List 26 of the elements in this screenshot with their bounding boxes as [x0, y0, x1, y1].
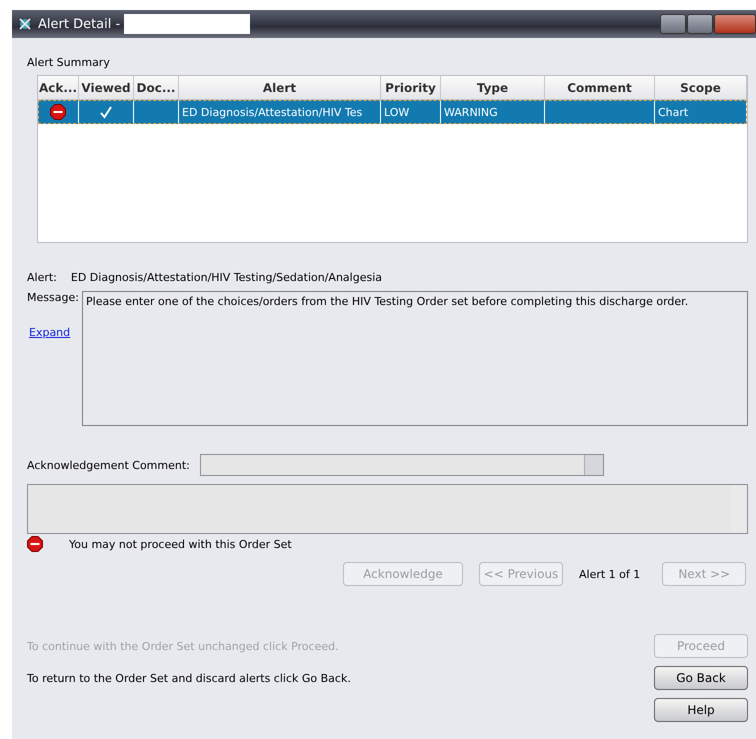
minimize-button[interactable] — [660, 14, 686, 34]
alert-name: ED Diagnosis/Attestation/HIV Testing/Sedation/Analgesia — [70, 271, 382, 285]
maximize-button[interactable] — [687, 14, 713, 34]
field-label: Alert: — [27, 271, 57, 285]
table-row[interactable]: ED Diagnosis/Attestation/HIV Tes LOW WARNING Chart — [38, 100, 747, 124]
action-button[interactable]: Go Back — [654, 666, 748, 690]
comment-dropdown[interactable] — [200, 454, 604, 476]
instruction-text: To continue with the Order Set unchanged click Proceed. — [27, 640, 339, 652]
close-button[interactable] — [714, 14, 756, 34]
comment-field[interactable] — [27, 484, 748, 534]
expand-link[interactable]: Expand — [29, 326, 82, 339]
table-cell: ED Diagnosis/Attestation/HIV Tes — [182, 106, 362, 118]
table-cell: WARNING — [444, 106, 498, 118]
alert-counter: Alert 1 of 1 — [579, 568, 640, 580]
instruction-text: To return to the Order Set and discard alerts click Go Back. — [27, 672, 351, 684]
section-heading: Alert Summary — [27, 56, 111, 69]
table-cell: LOW — [384, 106, 410, 118]
message-box: Please enter one of the choices/orders from the HIV Testing Order set before completing this discharge order. — [82, 291, 748, 426]
window-title: Alert Detail - — [38, 16, 120, 32]
field-label: Message: — [27, 291, 80, 304]
app-icon — [18, 17, 32, 31]
table-cell: Chart — [658, 106, 688, 118]
status-message: You may not proceed with this Order Set — [69, 538, 292, 550]
action-button[interactable]: Help — [654, 698, 748, 722]
stop-icon — [27, 536, 43, 552]
field-label: Acknowledgement Comment: — [27, 458, 190, 472]
